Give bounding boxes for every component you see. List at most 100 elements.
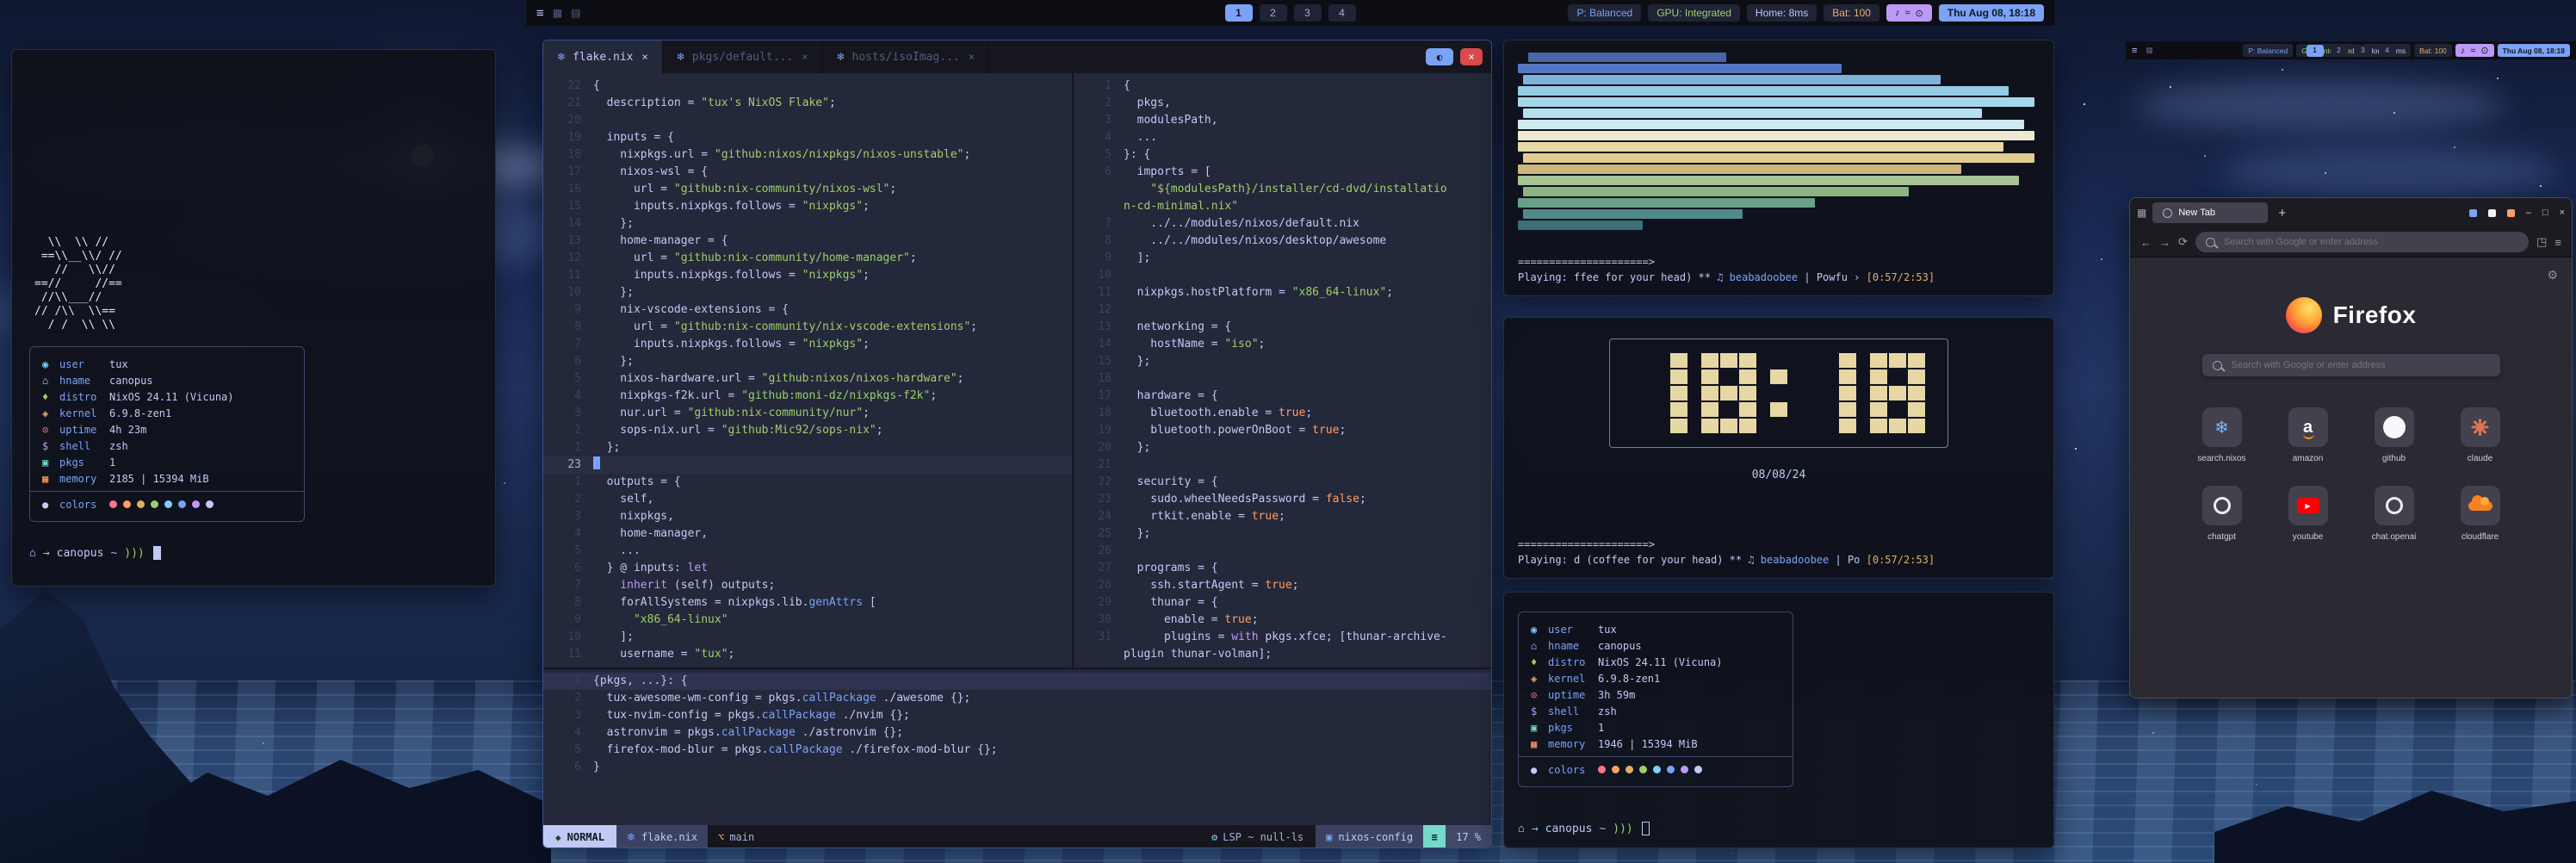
network-icon[interactable]: ≈ <box>1904 8 1910 18</box>
volume-icon[interactable]: ♪ <box>2461 46 2466 56</box>
extension-icon[interactable] <box>2488 209 2496 217</box>
code-line[interactable]: 3 nur.url = "github:nix-community/nur"; <box>543 405 1072 422</box>
systray[interactable]: ♪ ≈ ⊙ <box>1886 4 1932 22</box>
code-line[interactable]: 19 bluetooth.powerOnBoot = true; <box>1074 422 1491 439</box>
status-pill-network-latency[interactable]: Home: 8ms <box>1747 4 1817 22</box>
code-line[interactable]: 16 <box>1074 370 1491 388</box>
network-icon[interactable]: ≈ <box>2470 46 2475 56</box>
code-line[interactable]: "${modulesPath}/installer/cd-dvd/install… <box>1074 181 1491 198</box>
clock-widget[interactable]: Thu Aug 08, 18:18 <box>2498 44 2570 57</box>
buffer-picker-button[interactable]: ◐ <box>1426 48 1453 65</box>
code-line[interactable]: 5}: { <box>1074 146 1491 164</box>
code-line[interactable]: 22{ <box>543 78 1072 95</box>
code-line[interactable]: 9 "x86_64-linux" <box>543 612 1072 629</box>
shortcut-tile[interactable] <box>2375 407 2414 447</box>
code-line[interactable]: 21 description = "tux's NixOS Flake"; <box>543 95 1072 112</box>
firefox-view-icon[interactable]: ▦ <box>2137 207 2146 219</box>
volume-icon[interactable]: ♪ <box>1895 8 1900 18</box>
code-line[interactable]: 15 inputs.nixpkgs.follows = "nixpkgs"; <box>543 198 1072 215</box>
code-line[interactable]: 12 url = "github:nix-community/home-mana… <box>543 250 1072 267</box>
tab-close-icon[interactable]: × <box>969 51 975 63</box>
launcher-icon[interactable]: ≡ <box>2132 46 2137 56</box>
back-icon[interactable]: ← <box>2140 236 2152 249</box>
code-line[interactable]: 17 nixos-wsl = { <box>543 164 1072 181</box>
editor-pane-iso[interactable]: 1{2 pkgs,3 modulesPath,4 ...5}: {6 impor… <box>1074 73 1491 667</box>
extension-icon[interactable] <box>2469 209 2477 217</box>
code-line[interactable]: 31 plugins = with pkgs.xfce; [thunar-arc… <box>1074 629 1491 646</box>
close-button[interactable]: × <box>2560 208 2565 218</box>
code-line[interactable]: 14 }; <box>543 215 1072 233</box>
code-line[interactable]: 20 <box>543 112 1072 129</box>
code-line[interactable]: 14 hostName = "iso"; <box>1074 336 1491 353</box>
terminal-window-fetch-2[interactable]: ◉usertux⌂hnamecanopus♦distroNixOS 24.11 … <box>1503 592 2054 848</box>
new-tab-button[interactable]: + <box>2274 206 2290 220</box>
code-line[interactable]: 3 nixpkgs, <box>543 508 1072 525</box>
editor-tab-2[interactable]: ❄pkgs/default...× <box>663 40 823 73</box>
code-line[interactable]: 19 inputs = { <box>543 129 1072 146</box>
shortcut-github[interactable]: github <box>2351 407 2437 463</box>
menu-icon[interactable]: ≡ <box>2554 236 2561 249</box>
power-icon[interactable]: ⊙ <box>1916 8 1923 19</box>
code-line[interactable]: 7 inputs.nixpkgs.follows = "nixpkgs"; <box>543 336 1072 353</box>
code-line[interactable]: 28 ssh.startAgent = true; <box>1074 577 1491 594</box>
code-line[interactable]: 27 programs = { <box>1074 560 1491 577</box>
shortcut-chatgpt[interactable]: chatgpt <box>2179 486 2265 542</box>
clock-widget[interactable]: Thu Aug 08, 18:18 <box>1939 4 2044 22</box>
shortcut-tile[interactable] <box>2461 407 2500 447</box>
code-line[interactable]: 8 url = "github:nix-community/nix-vscode… <box>543 319 1072 336</box>
layout-icon[interactable]: ▦ <box>553 7 562 19</box>
code-line[interactable]: 3 modulesPath, <box>1074 112 1491 129</box>
window-close-button[interactable]: × <box>1460 48 1483 65</box>
code-line[interactable]: 16 url = "github:nix-community/nixos-wsl… <box>543 181 1072 198</box>
maximize-button[interactable]: □ <box>2542 208 2548 218</box>
code-line[interactable]: 2 tux-awesome-wm-config = pkgs.callPacka… <box>543 690 1491 707</box>
code-line[interactable]: 13 home-manager = { <box>543 233 1072 250</box>
terminal-window-visualizer[interactable]: =====================> Playing: ffee for… <box>1503 40 2054 296</box>
tag-1[interactable]: 1 <box>1225 4 1253 22</box>
code-line[interactable]: 1{ <box>1074 78 1491 95</box>
firefox-tab-newtab[interactable]: New Tab <box>2152 202 2268 223</box>
code-line[interactable]: 6 imports = [ <box>1074 164 1491 181</box>
reload-icon[interactable]: ⟳ <box>2178 235 2188 249</box>
status-pill-gpu[interactable]: GPU: Integrated <box>1648 4 1740 22</box>
shortcut-tile[interactable] <box>2202 486 2242 525</box>
tab-close-icon[interactable]: × <box>642 51 648 63</box>
code-line[interactable]: 4 nixpkgs-f2k.url = "github:moni-dz/nixp… <box>543 388 1072 405</box>
tab-close-icon[interactable]: × <box>802 51 808 63</box>
status-pill-power-profile[interactable]: P: Balanced <box>2243 44 2293 57</box>
tag-2[interactable]: 2 <box>2331 45 2348 57</box>
code-line[interactable]: 6} <box>543 759 1491 776</box>
tag-4[interactable]: 4 <box>1328 4 1356 22</box>
layout-icon[interactable]: ▦ <box>2146 46 2153 55</box>
code-line[interactable]: 1 outputs = { <box>543 474 1072 491</box>
newtab-search-bar[interactable] <box>2202 354 2500 376</box>
code-line[interactable]: 2 self, <box>543 491 1072 508</box>
code-line[interactable]: 25 }; <box>1074 525 1491 543</box>
tag-3[interactable]: 3 <box>1294 4 1322 22</box>
code-line[interactable]: 26 <box>1074 543 1491 560</box>
shortcut-cloudflare[interactable]: cloudflare <box>2437 486 2523 542</box>
code-line[interactable]: 11 inputs.nixpkgs.follows = "nixpkgs"; <box>543 267 1072 284</box>
terminal-window-clock[interactable]: 08/08/24 =====================> Playing:… <box>1503 317 2054 579</box>
code-line[interactable]: 4 home-manager, <box>543 525 1072 543</box>
code-line[interactable]: 1{pkgs, ...}: { <box>543 673 1491 690</box>
shell-prompt[interactable]: ⌂→canopus~))) <box>29 546 478 560</box>
status-pill-battery[interactable]: Bat: 100 <box>2414 44 2452 57</box>
shortcut-tile[interactable] <box>2461 486 2500 525</box>
code-line[interactable]: 8 forAllSystems = nixpkgs.lib.genAttrs [ <box>543 594 1072 612</box>
minimize-button[interactable]: – <box>2526 208 2531 218</box>
code-line[interactable]: 17 hardware = { <box>1074 388 1491 405</box>
code-line[interactable]: 22 security = { <box>1074 474 1491 491</box>
extensions-icon[interactable]: ◳ <box>2536 235 2547 249</box>
code-line[interactable]: 10 <box>1074 267 1491 284</box>
code-line[interactable]: 21 <box>1074 456 1491 474</box>
code-line[interactable]: 4 astronvim = pkgs.callPackage ./astronv… <box>543 724 1491 742</box>
code-line[interactable]: 3 tux-nvim-config = pkgs.callPackage ./n… <box>543 707 1491 724</box>
shortcut-youtube[interactable]: ▶youtube <box>2265 486 2351 542</box>
power-icon[interactable]: ⊙ <box>2480 45 2488 56</box>
code-line[interactable]: 6 }; <box>543 353 1072 370</box>
code-line[interactable]: 10 }; <box>543 284 1072 301</box>
code-line[interactable]: 9 nix-vscode-extensions = { <box>543 301 1072 319</box>
address-bar[interactable] <box>2195 232 2529 252</box>
code-line[interactable]: 2 sops-nix.url = "github:Mic92/sops-nix"… <box>543 422 1072 439</box>
